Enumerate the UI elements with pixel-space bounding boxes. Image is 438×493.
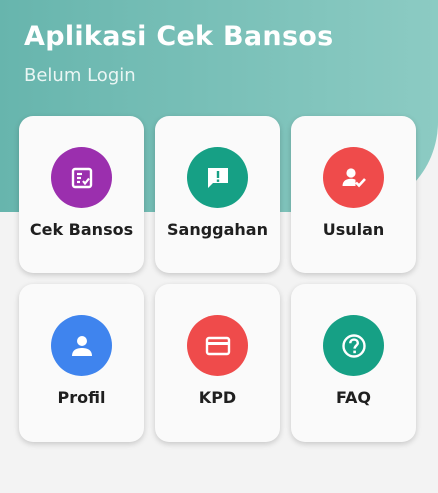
app-title: Aplikasi Cek Bansos — [24, 21, 334, 52]
menu-item-usulan[interactable]: Usulan — [291, 116, 416, 273]
app-screen: Aplikasi Cek Bansos Belum Login Cek Bans… — [0, 0, 438, 493]
menu-item-sanggahan[interactable]: Sanggahan — [155, 116, 280, 273]
menu-item-cek-bansos[interactable]: Cek Bansos — [19, 116, 144, 273]
chat-alert-icon — [187, 147, 248, 208]
menu-item-label: Profil — [57, 388, 106, 407]
menu-item-label: Usulan — [322, 220, 385, 239]
menu-item-label: FAQ — [335, 388, 372, 407]
menu-item-label: Sanggahan — [167, 220, 268, 239]
menu-item-label: KPD — [198, 388, 237, 407]
menu-grid: Cek Bansos Sanggahan Usulan Profil KPD F… — [19, 116, 416, 442]
card-icon — [187, 315, 248, 376]
menu-item-faq[interactable]: FAQ — [291, 284, 416, 442]
menu-item-kpd[interactable]: KPD — [155, 284, 280, 442]
menu-item-profil[interactable]: Profil — [19, 284, 144, 442]
user-check-icon — [323, 147, 384, 208]
login-status: Belum Login — [24, 65, 136, 86]
question-icon — [323, 315, 384, 376]
menu-item-label: Cek Bansos — [29, 220, 134, 239]
person-icon — [51, 315, 112, 376]
checklist-doc-icon — [51, 147, 112, 208]
